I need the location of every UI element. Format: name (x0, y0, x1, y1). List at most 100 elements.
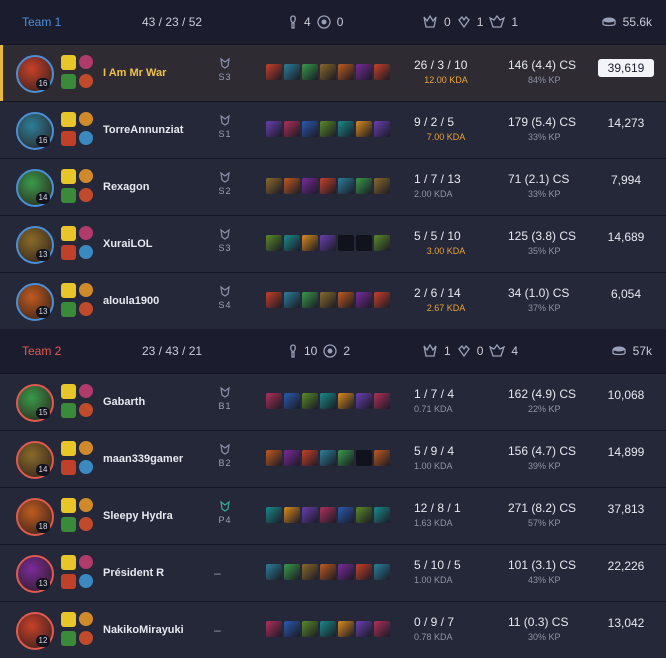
item-slot[interactable] (320, 292, 336, 308)
item-slot[interactable] (374, 564, 390, 580)
item-slot[interactable] (266, 121, 282, 137)
secondary-rune-icon[interactable] (79, 460, 93, 474)
item-slot[interactable] (356, 178, 372, 194)
item-slot[interactable] (266, 64, 282, 80)
item-slot[interactable] (302, 621, 318, 637)
item-slot[interactable] (374, 121, 390, 137)
player-name[interactable]: XuraiLOL (103, 216, 153, 272)
item-slot[interactable] (302, 507, 318, 523)
item-slot[interactable] (356, 450, 372, 466)
item-slot[interactable] (320, 64, 336, 80)
item-slot[interactable] (284, 64, 300, 80)
player-row[interactable]: 18 Sleepy Hydra P4 12 / 8 / 1 1.63 KDA 271 (8… (0, 487, 666, 544)
item-slot[interactable] (356, 292, 372, 308)
flash-spell-icon[interactable] (61, 612, 76, 627)
player-name[interactable]: maan339gamer (103, 431, 183, 487)
summoner-spell-icon[interactable] (61, 302, 76, 317)
item-slot[interactable] (338, 564, 354, 580)
player-row[interactable]: 13 Président R – 5 / 10 / 5 1.00 KDA 101 (3.1… (0, 544, 666, 601)
item-slot[interactable] (302, 393, 318, 409)
item-slot[interactable] (374, 64, 390, 80)
item-slot[interactable] (374, 450, 390, 466)
summoner-spell-icon[interactable] (61, 517, 76, 532)
item-slot[interactable] (338, 64, 354, 80)
secondary-rune-icon[interactable] (79, 74, 93, 88)
item-slot[interactable] (302, 121, 318, 137)
player-row[interactable]: 16 TorreAnnunziat S1 9 / 2 / 5 7.00 KDA 179 (… (0, 101, 666, 158)
flash-spell-icon[interactable] (61, 555, 76, 570)
player-name[interactable]: Gabarth (103, 374, 145, 430)
item-slot[interactable] (302, 64, 318, 80)
player-name[interactable]: Président R (103, 545, 164, 601)
item-slot[interactable] (356, 121, 372, 137)
item-slot[interactable] (356, 235, 372, 251)
flash-spell-icon[interactable] (61, 55, 76, 70)
item-slot[interactable] (320, 450, 336, 466)
item-slot[interactable] (284, 450, 300, 466)
secondary-rune-icon[interactable] (79, 188, 93, 202)
secondary-rune-icon[interactable] (79, 631, 93, 645)
item-slot[interactable] (356, 393, 372, 409)
item-slot[interactable] (338, 121, 354, 137)
item-slot[interactable] (338, 621, 354, 637)
summoner-spell-icon[interactable] (61, 245, 76, 260)
summoner-spell-icon[interactable] (61, 631, 76, 646)
item-slot[interactable] (266, 450, 282, 466)
item-slot[interactable] (284, 178, 300, 194)
flash-spell-icon[interactable] (61, 441, 76, 456)
summoner-spell-icon[interactable] (61, 403, 76, 418)
item-slot[interactable] (302, 450, 318, 466)
player-row[interactable]: 13 aloula1900 S4 2 / 6 / 14 2.67 KDA 34 (1.0)… (0, 272, 666, 329)
flash-spell-icon[interactable] (61, 498, 76, 513)
primary-rune-icon[interactable] (79, 441, 93, 455)
primary-rune-icon[interactable] (79, 283, 93, 297)
item-slot[interactable] (320, 621, 336, 637)
secondary-rune-icon[interactable] (79, 131, 93, 145)
player-name[interactable]: Sleepy Hydra (103, 488, 173, 544)
primary-rune-icon[interactable] (79, 112, 93, 126)
primary-rune-icon[interactable] (79, 226, 93, 240)
summoner-spell-icon[interactable] (61, 460, 76, 475)
item-slot[interactable] (338, 178, 354, 194)
item-slot[interactable] (374, 507, 390, 523)
item-slot[interactable] (266, 393, 282, 409)
secondary-rune-icon[interactable] (79, 245, 93, 259)
item-slot[interactable] (338, 393, 354, 409)
item-slot[interactable] (320, 564, 336, 580)
player-row[interactable]: 14 maan339gamer B2 5 / 9 / 4 1.00 KDA 156 (4.… (0, 430, 666, 487)
primary-rune-icon[interactable] (79, 384, 93, 398)
item-slot[interactable] (284, 564, 300, 580)
item-slot[interactable] (338, 235, 354, 251)
player-row[interactable]: 13 XuraiLOL S3 5 / 5 / 10 3.00 KDA 125 (3.8) … (0, 215, 666, 272)
item-slot[interactable] (356, 64, 372, 80)
primary-rune-icon[interactable] (79, 55, 93, 69)
secondary-rune-icon[interactable] (79, 302, 93, 316)
item-slot[interactable] (284, 621, 300, 637)
player-row[interactable]: 12 NakikoMirayuki –0 / 9 / 7 0.78 KDA 11 (0.… (0, 601, 666, 658)
primary-rune-icon[interactable] (79, 169, 93, 183)
summoner-spell-icon[interactable] (61, 574, 76, 589)
primary-rune-icon[interactable] (79, 555, 93, 569)
secondary-rune-icon[interactable] (79, 574, 93, 588)
item-slot[interactable] (266, 292, 282, 308)
primary-rune-icon[interactable] (79, 612, 93, 626)
item-slot[interactable] (374, 393, 390, 409)
item-slot[interactable] (284, 121, 300, 137)
item-slot[interactable] (338, 450, 354, 466)
flash-spell-icon[interactable] (61, 226, 76, 241)
flash-spell-icon[interactable] (61, 283, 76, 298)
player-name[interactable]: Rexagon (103, 159, 149, 215)
item-slot[interactable] (284, 393, 300, 409)
item-slot[interactable] (302, 564, 318, 580)
item-slot[interactable] (374, 235, 390, 251)
item-slot[interactable] (320, 235, 336, 251)
item-slot[interactable] (266, 564, 282, 580)
item-slot[interactable] (302, 178, 318, 194)
summoner-spell-icon[interactable] (61, 74, 76, 89)
item-slot[interactable] (320, 178, 336, 194)
item-slot[interactable] (338, 507, 354, 523)
item-slot[interactable] (356, 564, 372, 580)
item-slot[interactable] (320, 121, 336, 137)
player-row[interactable]: 14 Rexagon S2 1 / 7 / 13 2.00 KDA 71 (2.1) CS… (0, 158, 666, 215)
item-slot[interactable] (374, 178, 390, 194)
